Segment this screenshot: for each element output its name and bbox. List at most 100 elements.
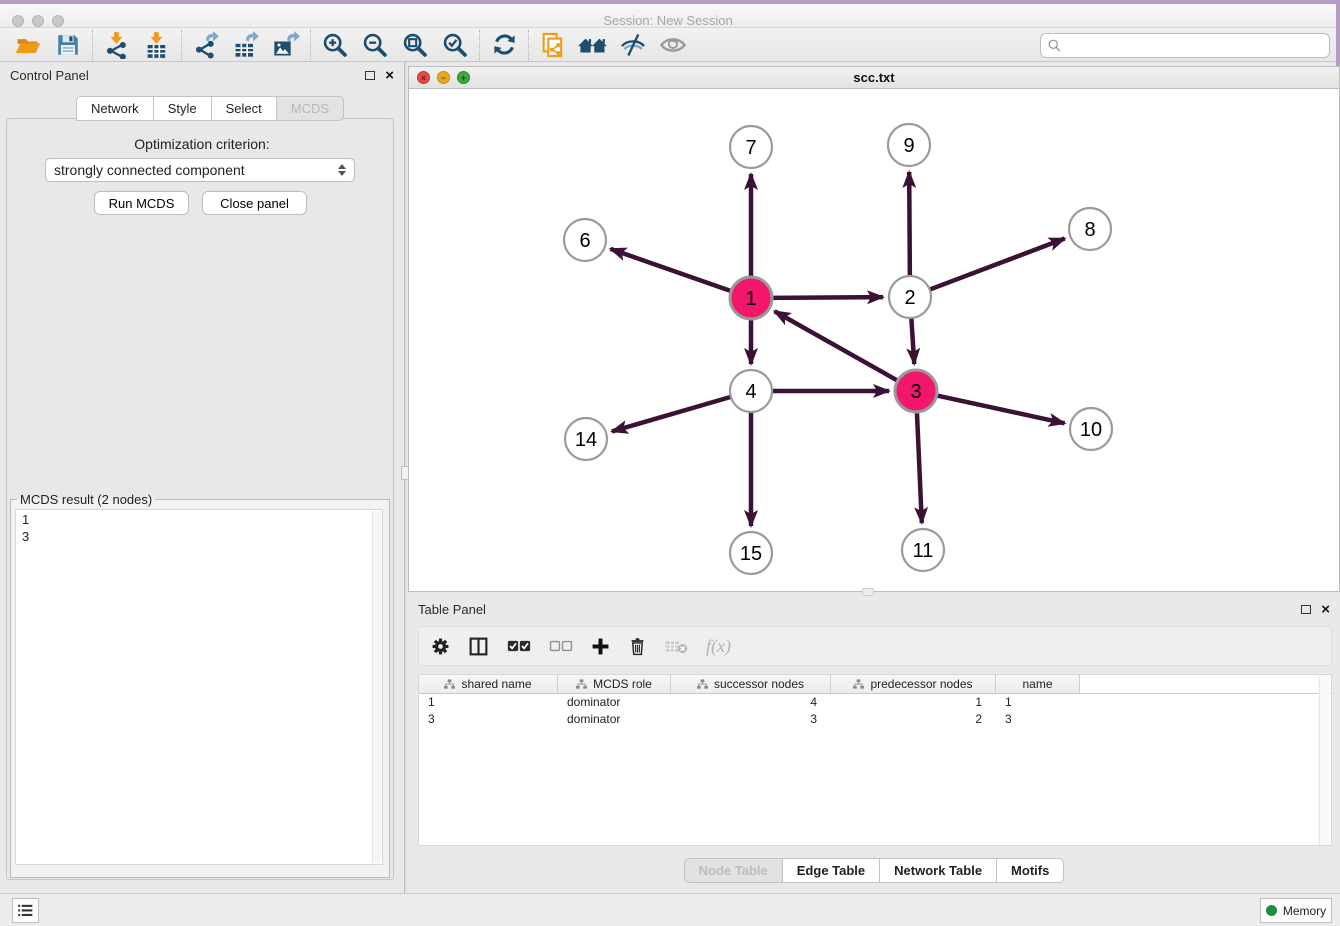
tab-style[interactable]: Style: [153, 96, 211, 121]
search-input[interactable]: [1062, 38, 1329, 53]
tab-node-table[interactable]: Node Table: [684, 858, 782, 883]
node-label-9: 9: [903, 135, 914, 157]
tab-edge-table[interactable]: Edge Table: [782, 858, 879, 883]
horizontal-splitter-handle[interactable]: [862, 588, 874, 596]
close-table-panel-icon[interactable]: ×: [1321, 602, 1330, 617]
node-table-rows: 1dominator4113dominator323: [419, 694, 1331, 728]
hide-eye-button[interactable]: [613, 29, 653, 61]
column-header-shared-name[interactable]: shared name: [419, 675, 558, 693]
save-session-button[interactable]: [48, 29, 88, 61]
cell-shared-name[interactable]: 3: [419, 711, 558, 728]
node-label-7: 7: [745, 137, 756, 159]
edge-1-2[interactable]: [772, 297, 883, 298]
search-box[interactable]: [1040, 33, 1330, 58]
table-scrollbar[interactable]: [1319, 676, 1330, 846]
cell-successor-nodes[interactable]: 3: [671, 711, 831, 728]
node-label-1: 1: [745, 288, 756, 310]
zoom-out-button[interactable]: [355, 29, 395, 61]
cell-MCDS-role[interactable]: dominator: [558, 711, 671, 728]
add-column-button[interactable]: [591, 637, 610, 656]
export-image-icon: [272, 31, 300, 59]
column-header-predecessor-nodes[interactable]: predecessor nodes: [831, 675, 996, 693]
table-panel-header: Table Panel ×: [408, 596, 1340, 622]
memory-button[interactable]: Memory: [1260, 898, 1332, 923]
delete-button[interactable]: [628, 637, 647, 656]
zoom-fit-button[interactable]: [395, 29, 435, 61]
search-icon: [1047, 38, 1062, 53]
column-header-MCDS-role[interactable]: MCDS role: [558, 675, 671, 693]
deselect-all-button[interactable]: [549, 639, 573, 653]
open-file-button[interactable]: [8, 29, 48, 61]
export-image-button[interactable]: [266, 29, 306, 61]
delete-table-button[interactable]: [665, 639, 688, 654]
cell-predecessor-nodes[interactable]: 1: [831, 694, 996, 711]
edge-3-11[interactable]: [917, 412, 922, 523]
float-table-panel-icon[interactable]: [1301, 605, 1311, 614]
close-panel-icon[interactable]: ×: [385, 68, 394, 83]
tab-network-table[interactable]: Network Table: [879, 858, 996, 883]
column-header-successor-nodes[interactable]: successor nodes: [671, 675, 831, 693]
zoom-in-button[interactable]: [315, 29, 355, 61]
clone-network-icon: [539, 31, 567, 59]
status-bar: Memory: [0, 893, 1340, 926]
save-session-icon: [55, 32, 81, 58]
zoom-selected-button[interactable]: [435, 29, 475, 61]
criterion-select[interactable]: strongly connected component: [45, 158, 355, 182]
refresh-button[interactable]: [484, 29, 524, 61]
edge-2-9[interactable]: [909, 172, 910, 276]
node-label-6: 6: [579, 230, 590, 252]
control-panel-header: Control Panel ×: [0, 62, 404, 88]
edge-2-3[interactable]: [911, 318, 914, 364]
tab-select[interactable]: Select: [211, 96, 276, 121]
network-graph: 7968124314101511: [409, 89, 1339, 591]
gear-button[interactable]: [431, 637, 450, 656]
edge-1-6[interactable]: [610, 249, 731, 291]
task-history-button[interactable]: [12, 898, 39, 923]
toolbar-separator: [181, 30, 182, 60]
cell-predecessor-nodes[interactable]: 2: [831, 711, 996, 728]
tab-network[interactable]: Network: [76, 96, 153, 121]
mcds-result-scrollbar[interactable]: [372, 511, 381, 863]
toolbar-separator: [479, 30, 480, 60]
close-panel-button[interactable]: Close panel: [202, 191, 307, 215]
node-label-10: 10: [1080, 419, 1102, 441]
optimization-criterion-label: Optimization criterion:: [0, 136, 404, 152]
home-layout-button[interactable]: [573, 29, 613, 61]
criterion-value: strongly connected component: [54, 162, 338, 178]
export-table-button[interactable]: [226, 29, 266, 61]
select-all-button[interactable]: [507, 639, 531, 653]
open-file-icon: [14, 31, 42, 59]
edge-3-10[interactable]: [937, 395, 1065, 423]
network-canvas[interactable]: 7968124314101511: [409, 89, 1339, 591]
control-panel-title: Control Panel: [10, 68, 89, 83]
run-mcds-button[interactable]: Run MCDS: [94, 191, 189, 215]
cell-shared-name[interactable]: 1: [419, 694, 558, 711]
column-header-name[interactable]: name: [996, 675, 1080, 693]
show-eye-button[interactable]: [653, 29, 693, 61]
float-panel-icon[interactable]: [365, 71, 375, 80]
import-network-button[interactable]: [97, 29, 137, 61]
edge-2-8[interactable]: [930, 239, 1065, 290]
zoom-out-icon: [361, 31, 389, 59]
toolbar-separator: [310, 30, 311, 60]
edge-3-1[interactable]: [775, 311, 898, 380]
cell-name[interactable]: 3: [996, 711, 1080, 728]
edge-4-14[interactable]: [612, 397, 731, 432]
cell-MCDS-role[interactable]: dominator: [558, 694, 671, 711]
clone-network-button[interactable]: [533, 29, 573, 61]
tab-motifs[interactable]: Motifs: [996, 858, 1064, 883]
import-table-button[interactable]: [137, 29, 177, 61]
node-label-4: 4: [745, 381, 756, 403]
mcds-result-text[interactable]: 1 3: [15, 509, 383, 865]
node-label-2: 2: [904, 287, 915, 309]
table-row[interactable]: 1dominator411: [419, 694, 1331, 711]
cell-name[interactable]: 1: [996, 694, 1080, 711]
columns-button[interactable]: [468, 636, 489, 657]
node-table[interactable]: shared nameMCDS rolesuccessor nodes prede…: [418, 674, 1332, 846]
tab-mcds[interactable]: MCDS: [276, 96, 344, 121]
cell-successor-nodes[interactable]: 4: [671, 694, 831, 711]
table-row[interactable]: 3dominator323: [419, 711, 1331, 728]
column-label: predecessor nodes: [870, 677, 972, 691]
export-network-button[interactable]: [186, 29, 226, 61]
function-builder-button[interactable]: f(x): [706, 636, 731, 657]
